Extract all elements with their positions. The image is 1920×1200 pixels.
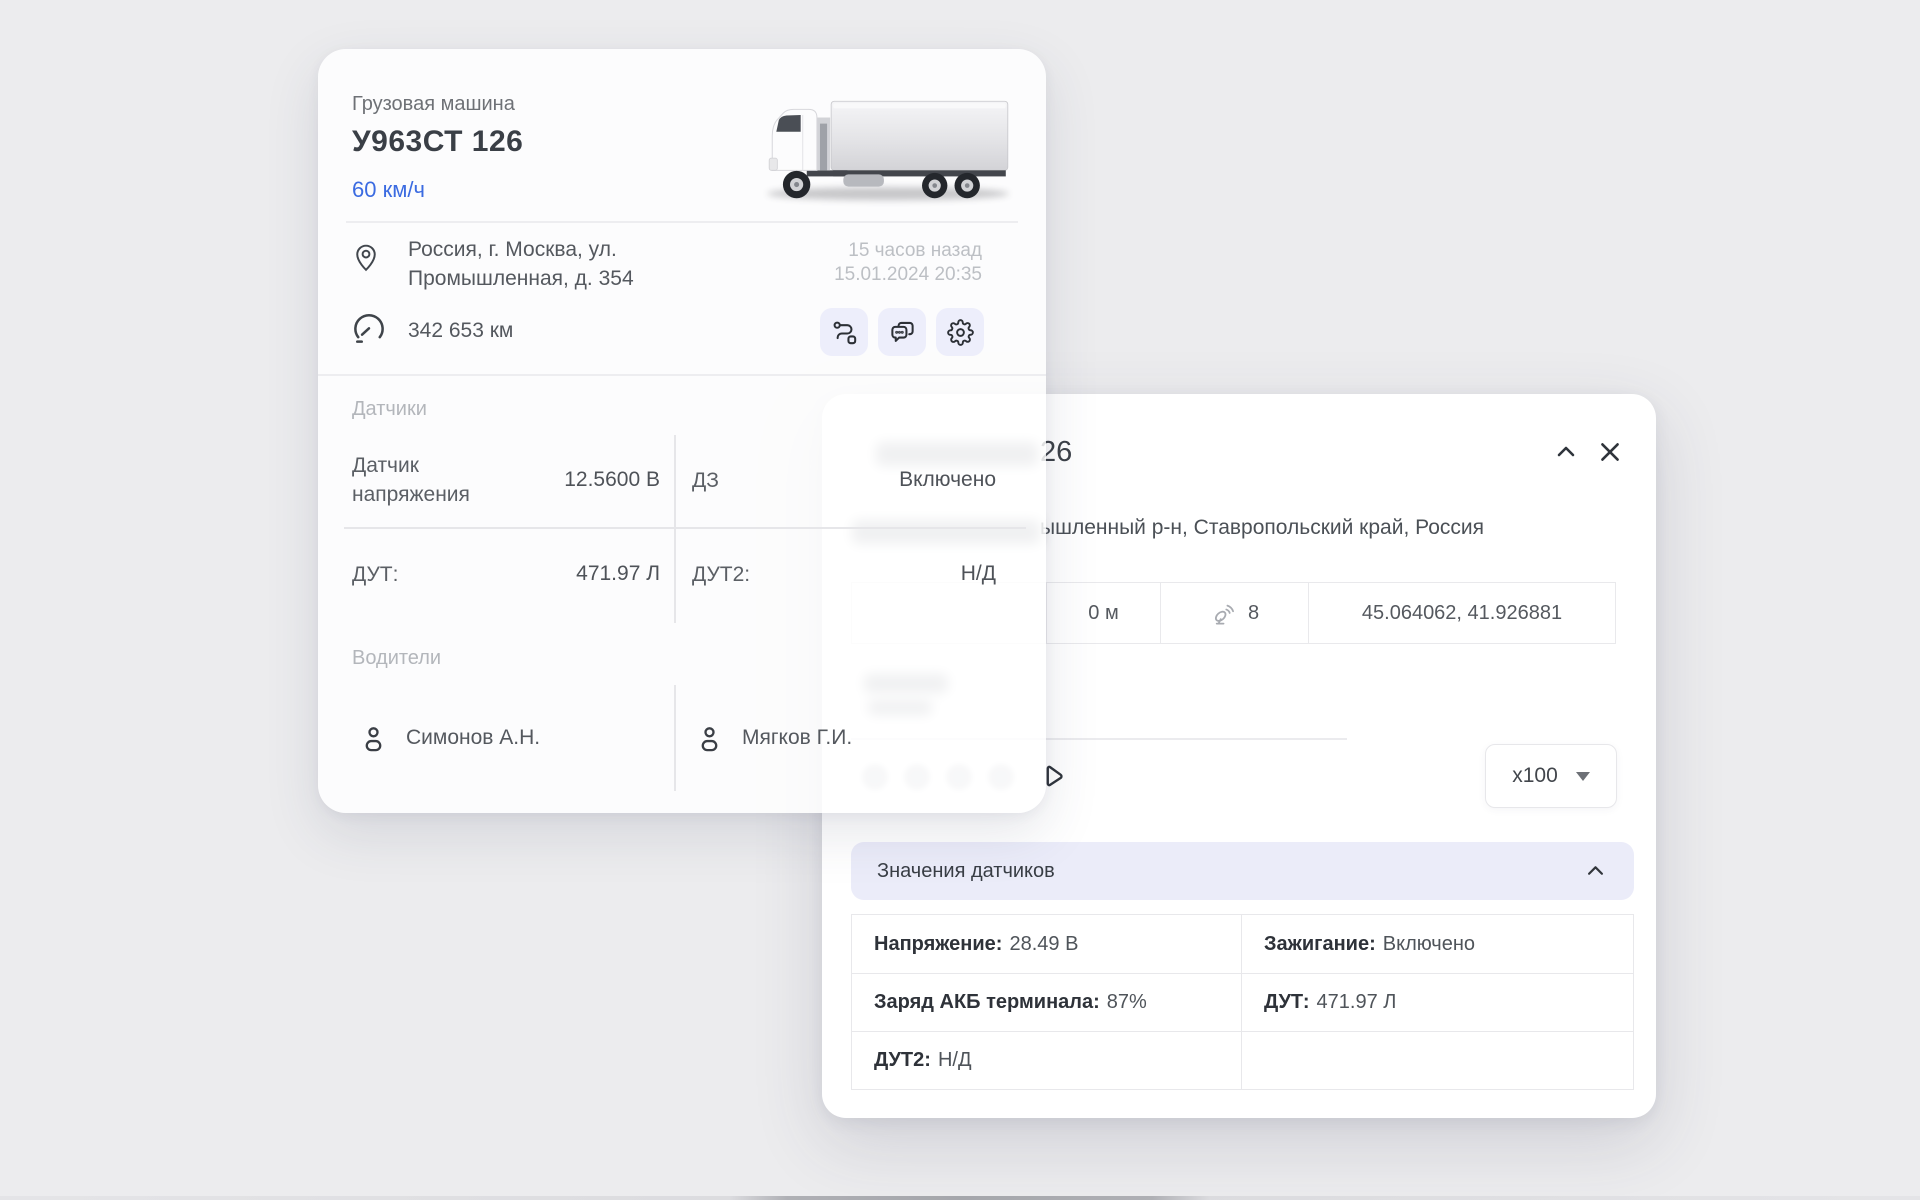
divider: [346, 221, 1018, 223]
chevron-up-icon: [1552, 440, 1580, 464]
close-icon: [1597, 439, 1623, 465]
chat-button[interactable]: [878, 308, 926, 356]
vehicle-plate: У963СТ 126: [352, 125, 523, 159]
driver-name: Симонов А.Н.: [406, 726, 540, 750]
divider: [674, 685, 676, 791]
odometer-icon: [350, 309, 388, 347]
sensor-label: ДУТ:: [352, 560, 398, 589]
playback-speed-dropdown[interactable]: x100: [1485, 744, 1617, 808]
vehicle-address: Россия, г. Москва, ул. Промышленная, д. …: [408, 235, 634, 293]
location-pin-icon: [352, 241, 380, 273]
table-cell: Зажигание:Включено: [1241, 915, 1633, 973]
odometer-value: 342 653 км: [408, 319, 513, 343]
divider: [318, 374, 1046, 376]
sensor-label: ДЗ: [692, 466, 719, 495]
chat-icon: [889, 319, 916, 346]
route-icon: [831, 319, 858, 346]
vehicle-speed: 60 км/ч: [352, 177, 425, 203]
modal-address: ышленный р-н, Ставропольский край, Росси…: [1040, 516, 1484, 540]
sensor-item: Датчик напряжения 12.5600 В: [352, 433, 660, 527]
altitude-value: 0 м: [1088, 602, 1118, 625]
screen: 26 ышленный р-н, Ставропольский край, Ро…: [0, 0, 1920, 1200]
satellites-count: 8: [1248, 602, 1259, 625]
sensor-values-title: Значения датчиков: [877, 860, 1055, 883]
vehicle-summary-card: Грузовая машина У963СТ 126 60 км/ч: [318, 49, 1046, 813]
last-update-time: 15 часов назад 15.01.2024 20:35: [834, 239, 982, 287]
sensor-value: 471.97 Л: [576, 562, 660, 586]
vehicle-type-label: Грузовая машина: [352, 93, 515, 116]
person-icon: [358, 723, 389, 754]
playback-speed-value: x100: [1512, 764, 1558, 788]
sensor-value: 12.5600 В: [564, 468, 660, 492]
table-cell: ДУТ:471.97 Л: [1241, 973, 1633, 1031]
truck-image: [756, 91, 1020, 207]
satellites-cell: 8: [1160, 583, 1308, 643]
chevron-up-icon[interactable]: [1583, 860, 1608, 882]
coordinates-value: 45.064062, 41.926881: [1362, 602, 1562, 625]
table-cell: ДУТ2:Н/Д: [852, 1031, 1241, 1089]
sensor-value: Включено: [899, 468, 996, 492]
sensor-label: ДУТ2:: [692, 560, 750, 589]
driver-name: Мягков Г.И.: [742, 726, 852, 750]
sensor-values-table: Напряжение:28.49 В Зажигание:Включено За…: [851, 914, 1634, 1090]
altitude-cell: 0 м: [1046, 583, 1160, 643]
table-cell: Заряд АКБ терминала:87%: [852, 973, 1241, 1031]
satellite-icon: [1210, 600, 1237, 627]
sensor-item: ДУТ2: Н/Д: [692, 528, 996, 620]
route-button[interactable]: [820, 308, 868, 356]
drivers-section-title: Водители: [352, 647, 441, 670]
chevron-down-icon: [1576, 772, 1590, 781]
coordinates-cell: 45.064062, 41.926881: [1308, 583, 1615, 643]
close-button[interactable]: [1594, 437, 1626, 467]
settings-icon: [947, 319, 974, 346]
sensors-section-title: Датчики: [352, 398, 427, 421]
person-icon: [694, 723, 725, 754]
sensor-item: ДЗ Включено: [692, 433, 996, 527]
sensor-values-header[interactable]: Значения датчиков: [851, 842, 1634, 900]
sensor-label: Датчик напряжения: [352, 451, 502, 509]
driver-item: Симонов А.Н.: [358, 685, 540, 791]
divider: [674, 435, 676, 623]
collapse-button[interactable]: [1550, 437, 1582, 467]
table-cell: [1241, 1031, 1633, 1089]
window-edge-artifact: [0, 1196, 1920, 1200]
sensor-value: Н/Д: [961, 562, 996, 586]
sensor-item: ДУТ: 471.97 Л: [352, 528, 660, 620]
driver-item: Мягков Г.И.: [694, 685, 852, 791]
settings-button[interactable]: [936, 308, 984, 356]
table-cell: Напряжение:28.49 В: [852, 915, 1241, 973]
